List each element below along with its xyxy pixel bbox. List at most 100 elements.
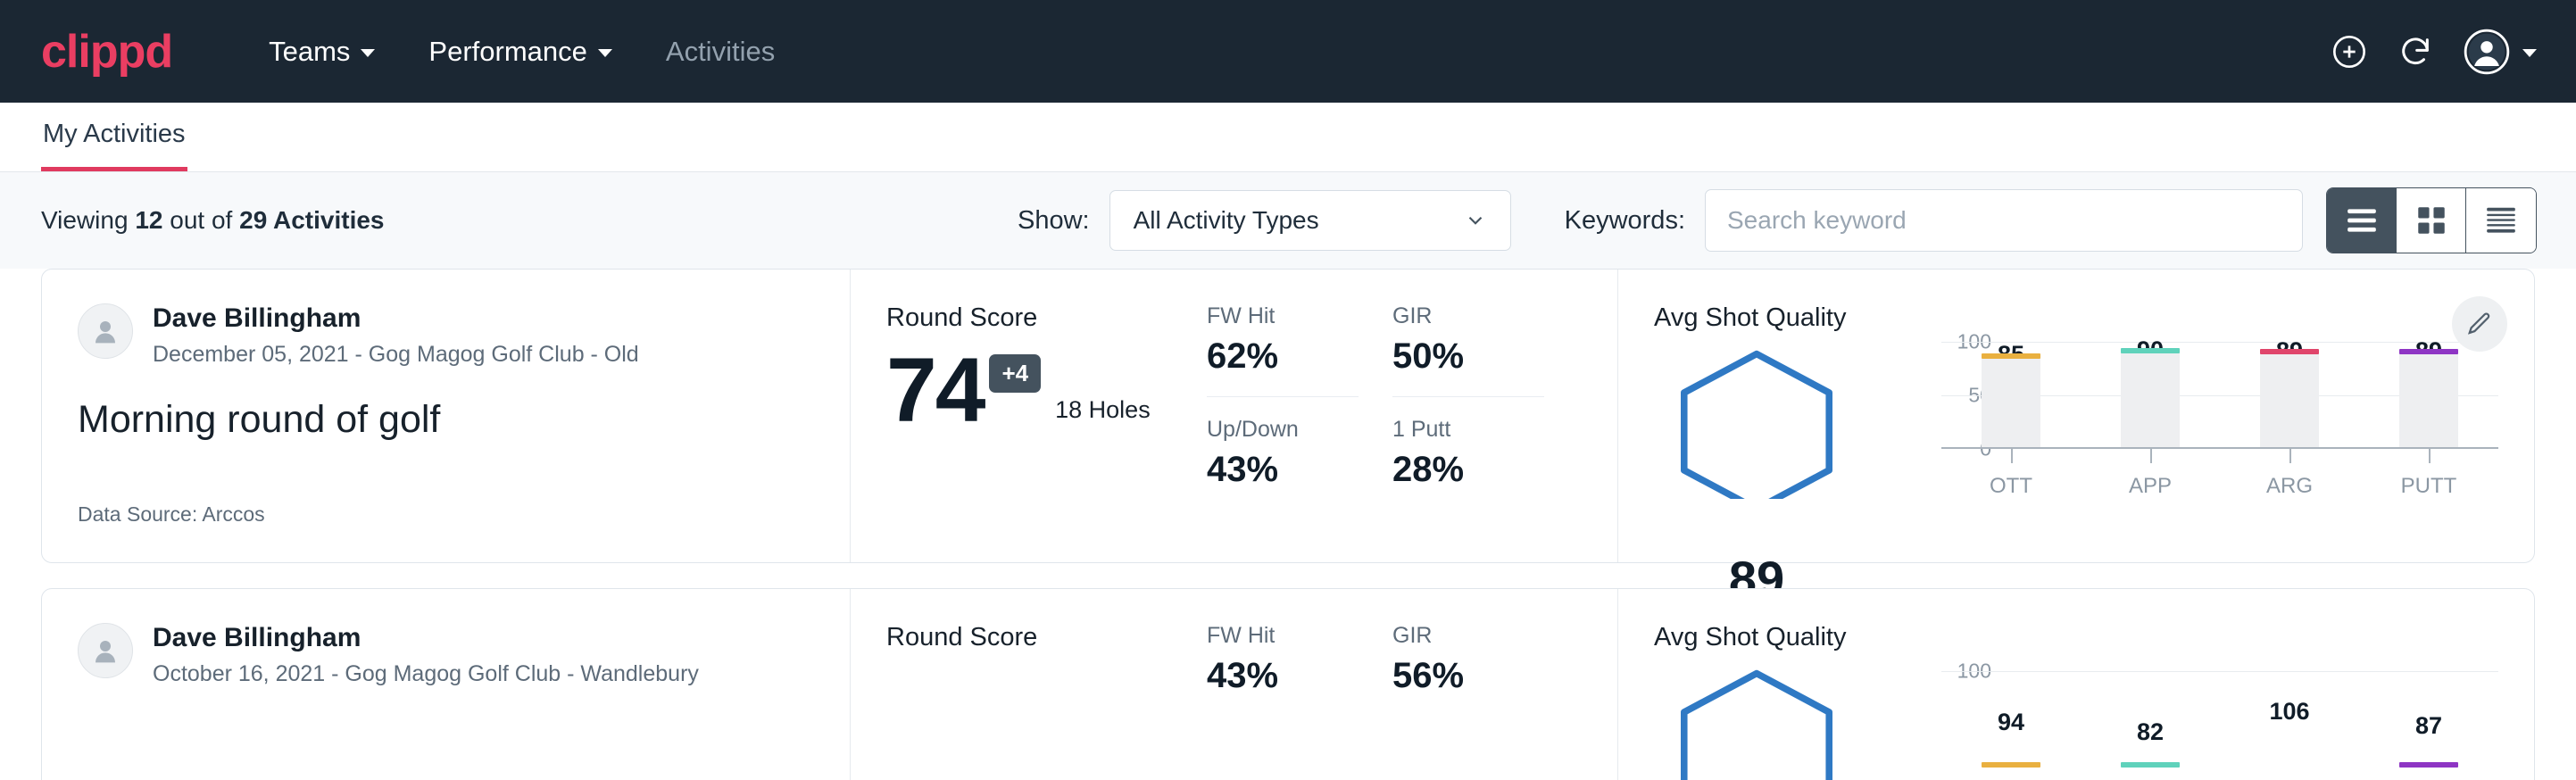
player-name: Dave Billingham — [153, 623, 699, 654]
stat-key: Up/Down — [1207, 417, 1359, 443]
viewing-count: 12 — [135, 206, 162, 234]
activity-card-list: Dave Billingham December 05, 2021 - Gog … — [0, 269, 2576, 780]
compact-view-icon — [2484, 206, 2518, 235]
nav-item-teams[interactable]: Teams — [242, 36, 402, 68]
x-tick-label: OTT — [1990, 474, 2032, 498]
filters-toolbar: Viewing 12 out of 29 Activities Show: Al… — [0, 172, 2576, 269]
list-view-icon — [2345, 207, 2379, 234]
view-mode-toggle — [2326, 187, 2537, 253]
quality-hexagon — [1654, 661, 1859, 780]
compact-view-button[interactable] — [2466, 188, 2536, 253]
refresh-icon[interactable] — [2397, 34, 2433, 70]
activity-card[interactable]: Dave Billingham October 16, 2021 - Gog M… — [41, 588, 2535, 780]
clippd-logo[interactable]: clippd — [41, 29, 172, 75]
round-score-label: Round Score — [886, 623, 1207, 652]
bar-putt: 89 — [2359, 342, 2498, 447]
round-score-value: 74 — [886, 349, 984, 433]
shot-quality-bar-chart: 100 50 0 85 9 — [1859, 342, 2498, 520]
stat-key: FW Hit — [1207, 623, 1359, 649]
bar-value: 94 — [1941, 709, 2081, 736]
chevron-down-icon — [361, 49, 375, 57]
avg-shot-quality-label: Avg Shot Quality — [1654, 623, 2498, 652]
round-score-section: Round Score — [850, 589, 1207, 780]
stat-column-right: GIR 56% — [1392, 623, 1544, 780]
stat-value: 43% — [1207, 450, 1359, 490]
nav-actions — [2331, 0, 2537, 103]
activity-meta: December 05, 2021 - Gog Magog Golf Club … — [153, 342, 639, 368]
round-score-label: Round Score — [886, 303, 1207, 333]
stat-column-left: FW Hit 62% Up/Down 43% — [1207, 303, 1359, 562]
avg-shot-quality-label: Avg Shot Quality — [1654, 303, 2498, 333]
hexagon-icon — [1672, 347, 1841, 499]
shot-quality-bar-chart: 100 94 82 — [1859, 661, 2498, 780]
bar-app: 82 — [2081, 661, 2220, 767]
nav-item-activities[interactable]: Activities — [639, 36, 802, 68]
quality-hexagon: 89 — [1654, 342, 1859, 499]
bar-ott: 85 — [1941, 342, 2081, 447]
grid-view-icon — [2415, 204, 2447, 236]
grid-view-button[interactable] — [2397, 188, 2466, 253]
add-circle-icon[interactable] — [2331, 34, 2367, 70]
avatar — [78, 623, 133, 678]
search-input[interactable] — [1705, 189, 2303, 252]
stat-column-right: GIR 50% 1 Putt 28% — [1392, 303, 1544, 562]
activity-card[interactable]: Dave Billingham December 05, 2021 - Gog … — [41, 269, 2535, 563]
viewing-prefix: Viewing — [41, 206, 129, 234]
stat-key: 1 Putt — [1392, 417, 1544, 443]
edit-activity-button[interactable] — [2452, 296, 2507, 352]
stat-key: GIR — [1392, 303, 1544, 329]
stat-key: FW Hit — [1207, 303, 1359, 329]
round-score-section: Round Score 74 +4 18 Holes — [850, 270, 1207, 562]
nav-item-label: Teams — [269, 36, 350, 68]
stat-value: 50% — [1392, 336, 1544, 377]
keywords-label: Keywords: — [1565, 206, 1685, 236]
x-tick-label: PUTT — [2401, 474, 2457, 498]
avg-shot-quality-section: Avg Shot Quality 100 — [1617, 589, 2534, 780]
player-name: Dave Billingham — [153, 303, 639, 335]
nav-item-label: Activities — [666, 36, 775, 68]
nav-item-label: Performance — [428, 36, 586, 68]
x-tick-label: APP — [2129, 474, 2172, 498]
chevron-down-icon — [2522, 49, 2537, 57]
chevron-down-icon — [598, 49, 612, 57]
x-tick-label: ARG — [2266, 474, 2313, 498]
pencil-icon — [2466, 311, 2493, 337]
avatar-icon — [2464, 29, 2510, 75]
player-header: Dave Billingham October 16, 2021 - Gog M… — [78, 623, 814, 687]
user-menu[interactable] — [2464, 29, 2537, 75]
activity-summary: Dave Billingham October 16, 2021 - Gog M… — [42, 589, 850, 780]
tab-bar: My Activities — [0, 103, 2576, 172]
round-stats-section: FW Hit 62% Up/Down 43% GIR 50% 1 Putt 28… — [1207, 270, 1617, 562]
bar-value: 82 — [2081, 718, 2220, 746]
x-axis-labels: OTT APP ARG PUTT — [1941, 449, 2498, 499]
divider — [1392, 396, 1544, 397]
bar-app: 90 — [2081, 342, 2220, 447]
stat-value: 62% — [1207, 336, 1359, 377]
activity-type-select[interactable]: All Activity Types — [1109, 190, 1511, 251]
score-to-par-badge: +4 — [989, 354, 1041, 393]
stat-value: 56% — [1392, 656, 1544, 696]
tab-my-activities[interactable]: My Activities — [41, 120, 187, 171]
bar-arg: 106 — [2220, 661, 2359, 767]
bar-value: 87 — [2359, 712, 2498, 740]
holes-label: 18 Holes — [1055, 396, 1151, 424]
bar-putt: 87 — [2359, 661, 2498, 767]
bar-arg: 89 — [2220, 342, 2359, 447]
chart-plot-area: 100 94 82 — [1941, 661, 2498, 768]
avatar — [78, 303, 133, 359]
bar-value: 106 — [2220, 698, 2359, 726]
person-icon — [87, 313, 123, 349]
chart-bars: 85 90 89 89 — [1941, 342, 2498, 447]
bar-ott: 94 — [1941, 661, 2081, 767]
data-source-label: Data Source: Arccos — [78, 502, 265, 527]
top-navigation-bar: clippd Teams Performance Activities — [0, 0, 2576, 103]
activity-meta: October 16, 2021 - Gog Magog Golf Club -… — [153, 661, 699, 687]
person-icon — [87, 633, 123, 668]
list-view-button[interactable] — [2327, 188, 2397, 253]
viewing-count-text: Viewing 12 out of 29 Activities — [41, 206, 385, 235]
divider — [1207, 396, 1359, 397]
nav-item-performance[interactable]: Performance — [402, 36, 638, 68]
tab-label: My Activities — [43, 120, 186, 148]
show-label: Show: — [1018, 206, 1090, 236]
stat-key: GIR — [1392, 623, 1544, 649]
